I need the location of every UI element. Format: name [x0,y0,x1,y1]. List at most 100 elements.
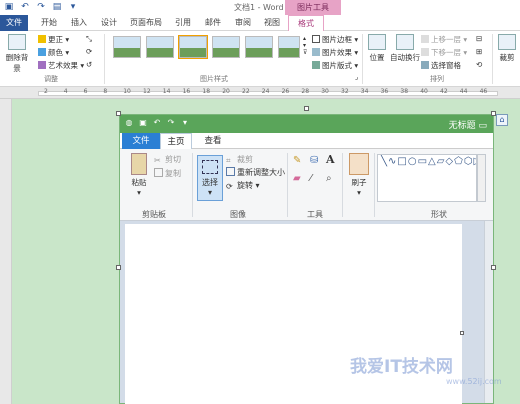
vertical-ruler [0,99,12,404]
color-picker-icon[interactable]: ⁄ [310,173,312,184]
shapes-gallery[interactable]: ╲∿□○▭△▱◇⬠⬡▷◁△▽☆✦◯▢♡⚡ [377,154,477,202]
bring-forward-button[interactable]: 上移一层 ▾ [421,34,467,45]
paint-tab-file[interactable]: 文件 [122,133,160,149]
tab-format[interactable]: 格式 [288,15,324,31]
crop-image-button[interactable]: ⌗ 裁剪 [226,154,253,165]
picture-style-thumb[interactable] [245,36,273,58]
paint-ribbon-divider [342,153,343,217]
tab-insert[interactable]: 插入 [66,15,92,31]
select-icon [202,160,218,174]
fill-icon[interactable]: ⛁ [310,155,318,166]
tab-file[interactable]: 文件 [0,15,28,31]
pencil-icon[interactable]: ✎ [293,155,301,166]
paint-tab-view[interactable]: 查看 [200,133,226,149]
picture-style-thumb[interactable] [146,36,174,58]
shapes-group-label: 形状 [431,210,447,219]
ruler-number: 22 [242,88,250,95]
selection-handle[interactable] [116,265,121,270]
copy-button[interactable]: 复制 [154,168,181,179]
tools-group-label: 工具 [307,210,323,219]
paint-ribbon: 粘贴 ▾ ✂ 剪切 复制 剪贴板 选择 ▾ ⌗ 裁剪 重新调整大小 ⟳ 旋转 ▾ 图像 ✎… [120,149,493,221]
picture-layout-button[interactable]: 图片版式 ▾ [312,60,358,71]
paint-customize-icon[interactable]: ▾ [180,118,190,128]
corrections-button[interactable]: 更正 ▾ [38,34,69,45]
tab-view[interactable]: 视图 [260,15,284,31]
color-button[interactable]: 颜色 ▾ [38,47,69,58]
save-icon[interactable]: ▣ [4,2,14,12]
color-icon [38,48,46,56]
rotate-objects-icon[interactable]: ⟲ [476,60,482,69]
picture-border-button[interactable]: 图片边框 ▾ [312,34,358,45]
paint-app-icon[interactable]: ◍ [124,118,134,128]
rotation-handle[interactable] [304,106,309,111]
eraser-icon[interactable]: ▰ [293,173,301,184]
send-backward-button[interactable]: 下移一层 ▾ [421,47,467,58]
artistic-effects-button[interactable]: 艺术效果 ▾ [38,60,84,71]
collapse-icon[interactable]: ▭ [478,121,487,131]
paint-canvas[interactable] [125,224,462,404]
dialog-launcher-icon[interactable]: ⌟ [355,73,358,81]
picture-style-thumb[interactable] [113,36,141,58]
ruler-number: 18 [202,88,211,95]
paint-undo-icon[interactable]: ↶ [152,118,162,128]
brushes-button[interactable]: 刷子 ▾ [346,153,372,197]
canvas-resize-handle[interactable] [460,331,464,335]
magnifier-icon[interactable]: ⌕ [326,173,332,184]
quick-access-toolbar: ▣ ↶ ↷ ▤ ▾ [4,2,78,12]
align-icon[interactable]: ⊟ [476,34,482,43]
picture-style-thumb[interactable] [212,36,240,58]
layout-options-icon[interactable]: ⌂ [496,114,508,126]
paste-button[interactable]: 粘贴 ▾ [126,153,152,197]
cut-button[interactable]: ✂ 剪切 [154,154,181,165]
tab-mailings[interactable]: 邮件 [200,15,226,31]
position-button[interactable]: 位置 [366,34,388,63]
change-picture-icon[interactable]: ⟳ [86,47,92,56]
selection-handle[interactable] [116,111,121,116]
ruler-number: 46 [479,88,488,95]
paint-redo-icon[interactable]: ↷ [166,118,176,128]
ruler-number: 28 [301,88,310,95]
ruler-number: 38 [400,88,409,95]
site-watermark-url: www.52ij.com [446,377,502,386]
text-icon[interactable]: A [326,153,335,166]
remove-background-button[interactable]: 删除背景 [3,34,31,74]
tab-home[interactable]: 开始 [36,15,62,31]
ruler-number: 12 [143,88,151,95]
reset-picture-icon[interactable]: ↺ [86,60,92,69]
tab-references[interactable]: 引用 [170,15,196,31]
compress-pictures-icon[interactable]: ⤡ [86,34,92,44]
tab-page-layout[interactable]: 页面布局 [126,15,166,31]
ruler-number: 4 [63,88,68,95]
ruler-number: 20 [222,88,230,95]
resize-button[interactable]: 重新调整大小 [226,167,285,178]
redo-icon[interactable]: ↷ [36,2,46,12]
shapes-gallery-scroll[interactable] [477,154,486,202]
picture-style-thumb[interactable] [178,35,208,59]
paint-vertical-scrollbar[interactable] [484,221,493,403]
selection-handle[interactable] [491,265,496,270]
ruler-number: 2 [44,88,48,95]
wrap-text-button[interactable]: 自动换行 [390,34,420,63]
crop-button[interactable]: 裁剪 [495,34,519,63]
rotate-button[interactable]: ⟳ 旋转 ▾ [226,180,260,191]
picture-effects-button[interactable]: 图片效果 ▾ [312,47,358,58]
group-icon[interactable]: ⊞ [476,47,482,56]
open-icon[interactable]: ▤ [52,2,62,12]
customize-qat-icon[interactable]: ▾ [68,2,78,12]
paint-tab-home[interactable]: 主页 [160,133,192,149]
undo-icon[interactable]: ↶ [20,2,30,12]
tab-design[interactable]: 设计 [96,15,122,31]
paint-save-icon[interactable]: ▣ [138,118,148,128]
select-button[interactable]: 选择 ▾ [197,155,223,201]
resize-icon [226,167,235,176]
ruler-number: 26 [281,88,290,95]
ruler-number: 24 [261,88,270,95]
tab-review[interactable]: 审阅 [230,15,256,31]
picture-style-thumb[interactable] [278,36,300,58]
ruler-number: 32 [341,88,349,95]
selection-pane-button[interactable]: 选择窗格 [421,60,461,71]
clipboard-group-label: 剪贴板 [142,210,166,219]
gallery-scroll-icon[interactable]: ▴ ▾ ⊽ [303,35,307,56]
artistic-effects-icon [38,61,46,69]
paste-icon [131,153,147,175]
